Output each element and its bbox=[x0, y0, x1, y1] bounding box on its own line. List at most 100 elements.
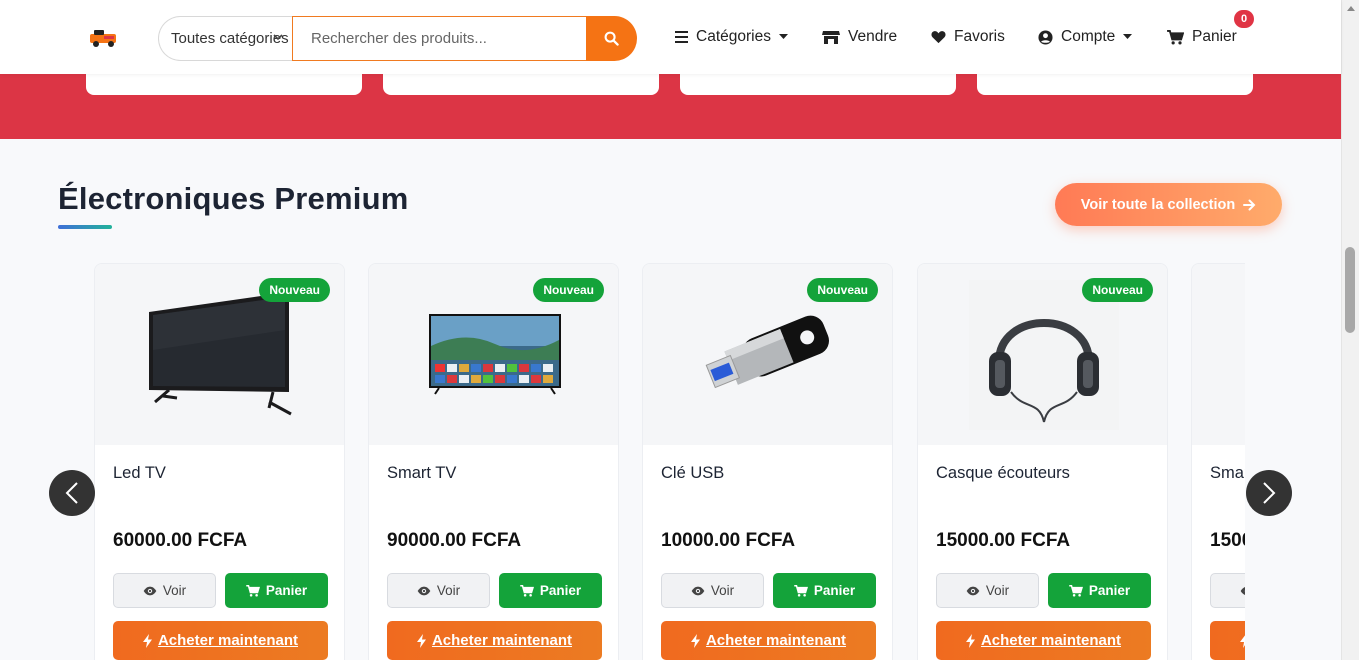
site-header: Toutes catégories Catégories Vendre Favo… bbox=[0, 0, 1341, 74]
nav-sell[interactable]: Vendre bbox=[822, 26, 897, 48]
product-name[interactable]: Smart bbox=[1210, 464, 1245, 483]
title-underline bbox=[58, 225, 112, 229]
view-button-label: Voir bbox=[436, 583, 461, 598]
buy-now-button[interactable]: Acheter maintenant bbox=[1210, 621, 1245, 660]
eye-icon bbox=[966, 586, 980, 595]
site-logo[interactable] bbox=[86, 24, 120, 50]
scroll-up-icon[interactable] bbox=[1347, 6, 1355, 11]
user-circle-icon bbox=[1038, 29, 1053, 45]
product-carousel: Nouveau Led TV 60000.00 FCFA Voir Panier… bbox=[94, 263, 1245, 660]
add-to-cart-button[interactable]: Panier bbox=[225, 573, 328, 608]
view-collection-button[interactable]: Voir toute la collection bbox=[1055, 183, 1282, 226]
carousel-next-button[interactable] bbox=[1246, 470, 1292, 516]
cart-icon bbox=[520, 584, 534, 597]
bolt-icon bbox=[1239, 634, 1245, 648]
buy-now-label: Acheter maintenant bbox=[157, 632, 299, 649]
chevron-right-icon bbox=[1263, 482, 1276, 504]
view-button-label: Voir bbox=[162, 583, 187, 598]
category-select-value: Toutes catégories bbox=[171, 30, 289, 47]
search-input[interactable] bbox=[292, 16, 587, 61]
scroll-thumb[interactable] bbox=[1345, 247, 1355, 333]
category-select[interactable]: Toutes catégories bbox=[158, 16, 293, 61]
add-to-cart-button[interactable]: Panier bbox=[773, 573, 876, 608]
nav-categories-label: Catégories bbox=[696, 28, 771, 45]
store-icon bbox=[822, 30, 840, 44]
caret-down-icon bbox=[778, 34, 788, 39]
nav-categories[interactable]: Catégories bbox=[675, 26, 788, 48]
product-name[interactable]: Clé USB bbox=[661, 464, 724, 483]
eye-icon bbox=[1240, 586, 1245, 595]
view-button[interactable]: Voir bbox=[661, 573, 764, 608]
nav-favorites[interactable]: Favoris bbox=[931, 26, 1005, 48]
chevron-down-icon bbox=[273, 34, 283, 41]
product-price: 15000.00 FCFA bbox=[1210, 530, 1245, 551]
view-button-label: Voir bbox=[985, 583, 1010, 598]
product-icon[interactable] bbox=[1192, 264, 1245, 445]
view-button[interactable]: Voir bbox=[1210, 573, 1245, 608]
product-name[interactable]: Casque écouteurs bbox=[936, 464, 1070, 483]
bolt-icon bbox=[690, 633, 700, 648]
view-button-label: Voir bbox=[710, 583, 735, 598]
add-to-cart-button[interactable]: Panier bbox=[1048, 573, 1151, 608]
eye-icon bbox=[417, 586, 431, 595]
buy-now-label: Acheter maintenant bbox=[431, 632, 573, 649]
product-price: 60000.00 FCFA bbox=[113, 530, 248, 551]
cart-icon bbox=[794, 584, 808, 597]
cart-icon bbox=[1167, 29, 1184, 44]
add-to-cart-button[interactable]: Panier bbox=[499, 573, 602, 608]
nav-account[interactable]: Compte bbox=[1038, 26, 1133, 48]
product-name[interactable]: Led TV bbox=[113, 464, 166, 483]
nav-cart[interactable]: Panier bbox=[1167, 26, 1237, 48]
buy-now-button[interactable]: Acheter maintenant bbox=[387, 621, 602, 660]
nav-cart-label: Panier bbox=[1192, 28, 1237, 45]
chevron-left-icon bbox=[65, 482, 78, 504]
eye-icon bbox=[691, 586, 705, 595]
product-card[interactable]: Nouveau Casque écouteurs 15000.00 FCFA V… bbox=[917, 263, 1168, 660]
cart-count-badge: 0 bbox=[1234, 10, 1254, 28]
search-bar: Toutes catégories bbox=[158, 16, 637, 61]
nav-account-label: Compte bbox=[1061, 28, 1116, 45]
new-badge: Nouveau bbox=[259, 278, 330, 302]
new-badge: Nouveau bbox=[533, 278, 604, 302]
search-icon bbox=[604, 31, 619, 46]
page-scrollbar[interactable] bbox=[1341, 0, 1359, 660]
view-button[interactable]: Voir bbox=[113, 573, 216, 608]
new-badge: Nouveau bbox=[1082, 278, 1153, 302]
carousel-prev-button[interactable] bbox=[49, 470, 95, 516]
product-price: 15000.00 FCFA bbox=[936, 530, 1071, 551]
add-to-cart-label: Panier bbox=[265, 583, 308, 598]
add-to-cart-label: Panier bbox=[539, 583, 582, 598]
buy-now-button[interactable]: Acheter maintenant bbox=[661, 621, 876, 660]
nav-sell-label: Vendre bbox=[848, 28, 898, 45]
caret-down-icon bbox=[1123, 34, 1133, 39]
eye-icon bbox=[143, 586, 157, 595]
product-card[interactable]: Nouveau Led TV 60000.00 FCFA Voir Panier… bbox=[94, 263, 345, 660]
bolt-icon bbox=[142, 633, 152, 648]
new-badge: Nouveau bbox=[807, 278, 878, 302]
buy-now-button[interactable]: Acheter maintenant bbox=[113, 621, 328, 660]
view-button[interactable]: Voir bbox=[936, 573, 1039, 608]
cart-icon bbox=[246, 584, 260, 597]
bolt-icon bbox=[965, 633, 975, 648]
view-collection-label: Voir toute la collection bbox=[1080, 196, 1236, 213]
product-card[interactable]: Nouveau Clé USB 10000.00 FCFA Voir Panie… bbox=[642, 263, 893, 660]
product-name[interactable]: Smart TV bbox=[387, 464, 456, 483]
view-button[interactable]: Voir bbox=[387, 573, 490, 608]
menu-icon bbox=[675, 31, 688, 43]
product-card[interactable]: Nouveau Smart 15000.00 FCFA Voir Panier … bbox=[1191, 263, 1245, 660]
add-to-cart-label: Panier bbox=[813, 583, 856, 598]
nav-favorites-label: Favoris bbox=[954, 28, 1005, 45]
product-card[interactable]: Nouveau Smart TV 90000.00 FCFA Voir Pani… bbox=[368, 263, 619, 660]
bolt-icon bbox=[416, 633, 426, 648]
cart-icon bbox=[1069, 584, 1083, 597]
buy-now-label: Acheter maintenant bbox=[705, 632, 847, 649]
product-price: 10000.00 FCFA bbox=[661, 530, 796, 551]
buy-now-label: Acheter maintenant bbox=[980, 632, 1122, 649]
arrow-right-icon bbox=[1243, 199, 1256, 210]
product-price: 90000.00 FCFA bbox=[387, 530, 522, 551]
heart-icon bbox=[931, 31, 946, 44]
section-title: Électroniques Premium bbox=[58, 181, 409, 216]
add-to-cart-label: Panier bbox=[1088, 583, 1131, 598]
search-button[interactable] bbox=[586, 16, 637, 61]
buy-now-button[interactable]: Acheter maintenant bbox=[936, 621, 1151, 660]
